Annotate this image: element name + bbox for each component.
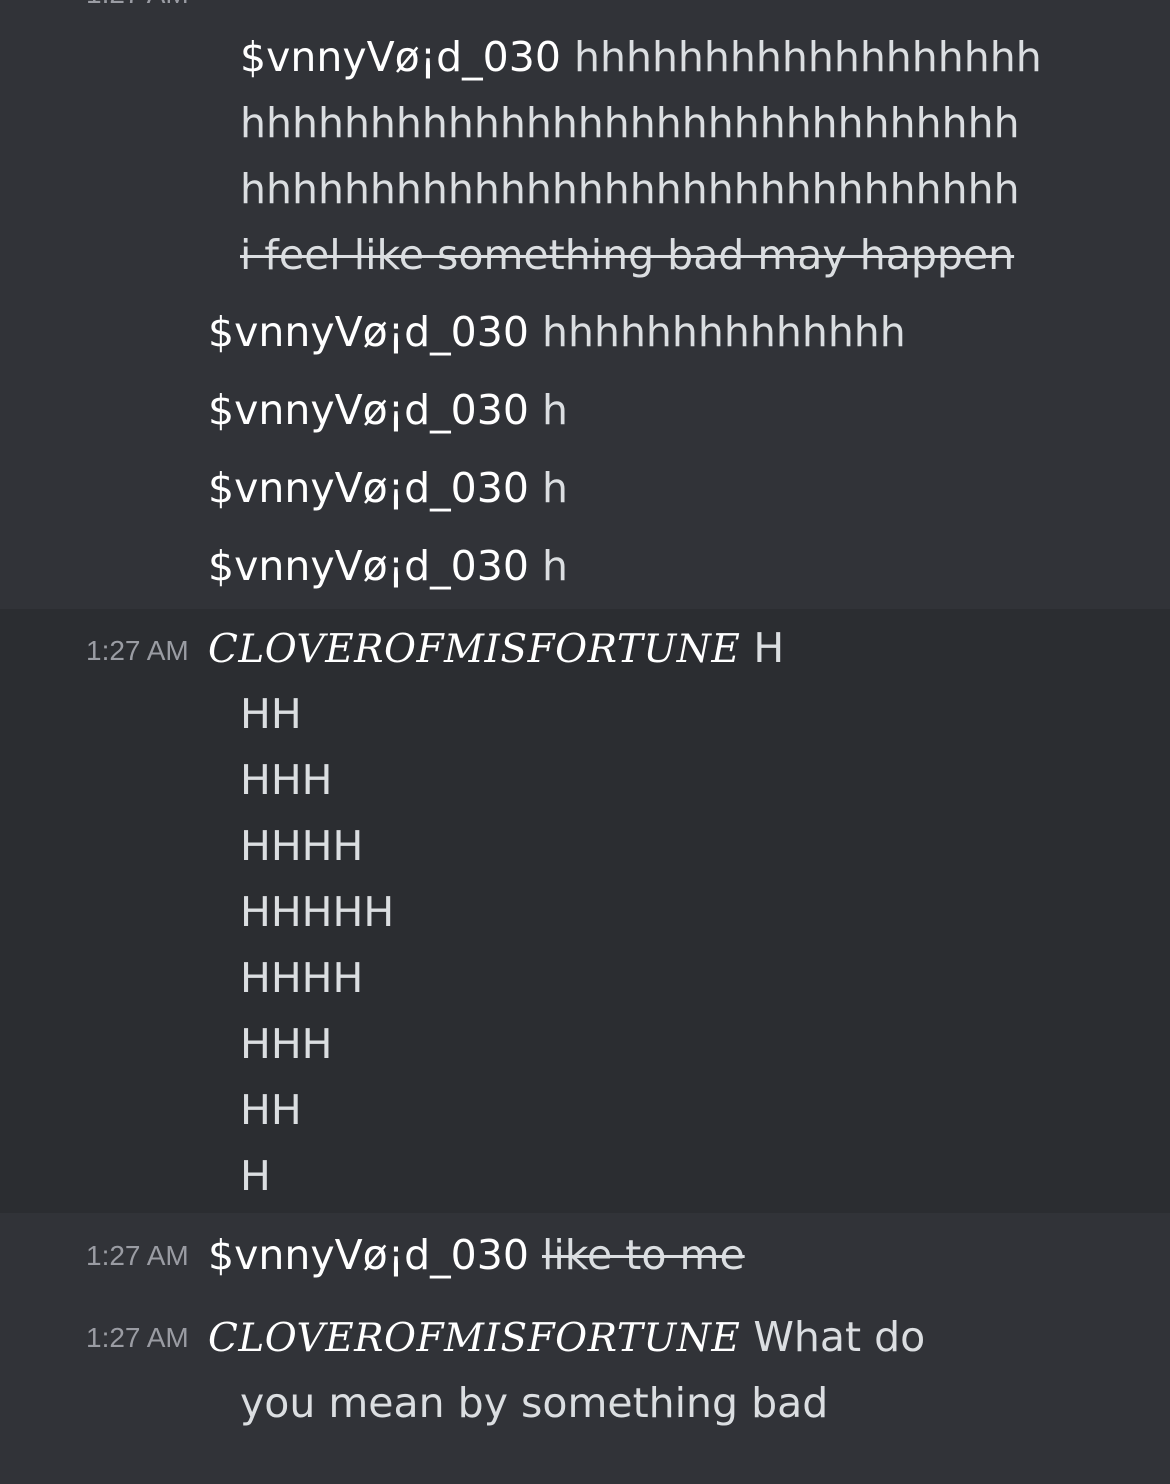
message-text: hhhhhhhhhhhhhhhhhhhhhhhhhhhhhh [240, 165, 1020, 213]
message-first-line: $vnnyVø¡d_030 like to me [208, 1222, 745, 1288]
message-strikethrough-text: like to me [541, 1231, 745, 1279]
message-text: hhhhhhhhhhhhhh [541, 308, 906, 356]
message-timestamp: 1:27 AM [86, 1240, 189, 1271]
message-timestamp: 1:27 AM [86, 635, 189, 666]
message-strikethrough-text: i feel like something bad may happen [240, 231, 1015, 279]
message-author[interactable]: $vnnyVø¡d_030 [208, 1231, 529, 1279]
chat-message-highlighted[interactable]: 1:27 AM CLOVEROFMISFORTUNE H HH HHH HHHH… [0, 609, 1170, 1213]
message-author[interactable]: CLOVEROFMISFORTUNE [208, 627, 740, 672]
message-text: you mean by something bad [240, 1379, 829, 1427]
message-text: hhhhhhhhhhhhhhhhhhhhhhhhhhhhhh [240, 99, 1020, 147]
message-first-line: $vnnyVø¡d_030 hhhhhhhhhhhhhhhhhh [240, 24, 1042, 90]
message-text: HHH [240, 1020, 333, 1068]
message-author[interactable]: $vnnyVø¡d_030 [208, 464, 529, 512]
message-text: h [541, 386, 568, 434]
chat-message[interactable]: 1:27 AM CLOVEROFMISFORTUNE What do you m… [0, 1304, 1170, 1444]
message-text: What do [753, 1313, 926, 1361]
message-author[interactable]: $vnnyVø¡d_030 [208, 542, 529, 590]
chat-message[interactable]: 1:27 AM $vnnyVø¡d_030 like to me [0, 1222, 1170, 1294]
message-author[interactable]: $vnnyVø¡d_030 [240, 33, 561, 81]
message-text: H [240, 1152, 271, 1200]
chat-message[interactable]: $vnnyVø¡d_030 h [0, 455, 1170, 525]
message-author[interactable]: $vnnyVø¡d_030 [208, 308, 529, 356]
chat-message[interactable]: $vnnyVø¡d_030 h [0, 377, 1170, 447]
message-first-line: CLOVEROFMISFORTUNE H [208, 615, 784, 683]
chat-message[interactable]: $vnnyVø¡d_030 hhhhhhhhhhhhhhhhhh hhhhhhh… [0, 24, 1170, 294]
message-text: h [541, 542, 568, 590]
message-text: HH [240, 1086, 302, 1134]
message-text: HHHHH [240, 888, 395, 936]
message-text: h [541, 464, 568, 512]
chat-message[interactable]: $vnnyVø¡d_030 hhhhhhhhhhhhhh [0, 299, 1170, 369]
chat-message[interactable]: $vnnyVø¡d_030 h [0, 533, 1170, 603]
message-timestamp: 1:27 AM [86, 1322, 189, 1353]
message-first-line: $vnnyVø¡d_030 h [208, 377, 568, 443]
message-text: HHHH [240, 954, 364, 1002]
message-first-line: $vnnyVø¡d_030 h [208, 533, 568, 599]
message-text: HHHH [240, 822, 364, 870]
message-first-line: $vnnyVø¡d_030 h [208, 455, 568, 521]
message-author[interactable]: $vnnyVø¡d_030 [208, 386, 529, 434]
message-timestamp: 1:27 AM [86, 0, 189, 10]
message-first-line: $vnnyVø¡d_030 hhhhhhhhhhhhhh [208, 299, 906, 365]
message-text: hhhhhhhhhhhhhhhhhh [573, 33, 1042, 81]
message-text: H [753, 624, 785, 672]
message-author[interactable]: CLOVEROFMISFORTUNE [208, 1316, 740, 1361]
message-text: HH [240, 690, 302, 738]
message-text: HHH [240, 756, 333, 804]
message-first-line: CLOVEROFMISFORTUNE What do [208, 1304, 925, 1372]
